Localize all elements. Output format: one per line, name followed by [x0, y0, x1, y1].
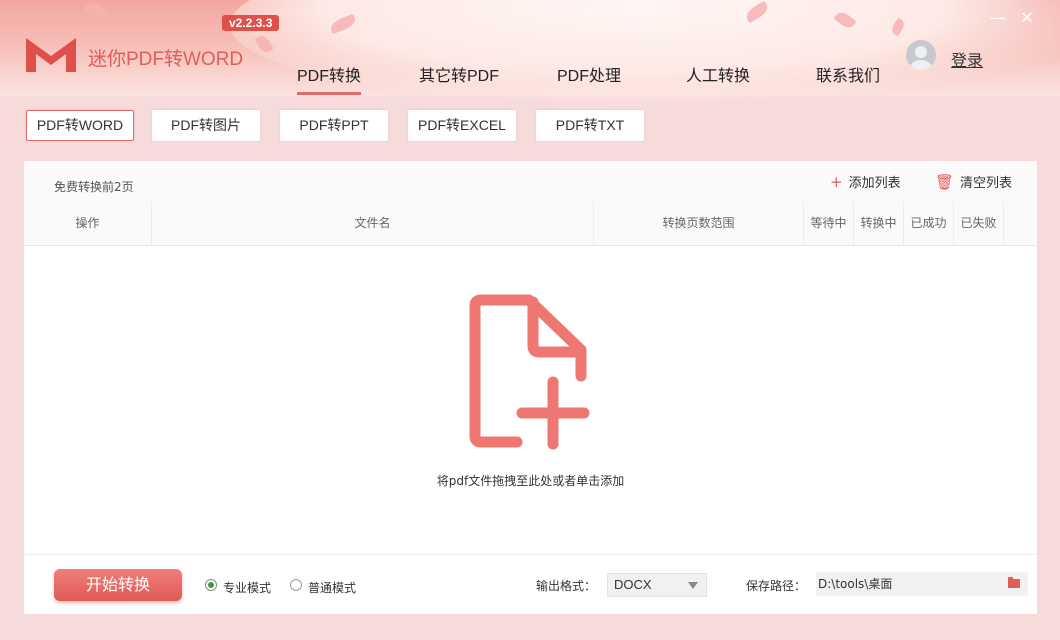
free-note: 免费转换前2页 [54, 180, 134, 194]
column-header: 已失败 [960, 216, 997, 230]
pro-mode-radio[interactable] [205, 579, 217, 591]
add-list-button[interactable]: + 添加列表 [830, 172, 901, 191]
avatar-icon[interactable] [906, 40, 936, 70]
add-list-label: 添加列表 [848, 176, 901, 191]
save-path-field[interactable]: D:\tools\桌面 [816, 572, 1028, 596]
minimize-button[interactable]: — [988, 8, 1008, 28]
folder-icon[interactable] [1008, 577, 1020, 588]
subtab-pdf-to-excel[interactable]: PDF转EXCEL [408, 110, 516, 141]
footer-bar: 开始转换 专业模式 普通模式 输出格式： DOCX 保存路径： D:\tools… [24, 554, 1037, 614]
app-window: 迷你PDF转WORD v2.2.3.3 — ✕ PDF转换 其它转PDF PDF… [0, 0, 1060, 640]
header: 迷你PDF转WORD v2.2.3.3 — ✕ PDF转换 其它转PDF PDF… [0, 0, 1060, 110]
save-path-value: D:\tools\桌面 [818, 577, 893, 591]
pro-mode-label[interactable]: 专业模式 [223, 579, 271, 596]
normal-mode-label[interactable]: 普通模式 [308, 579, 356, 596]
clear-list-button[interactable]: 🗑 清空列表 [935, 172, 1012, 191]
tab-other-to-pdf[interactable]: 其它转PDF [419, 62, 499, 86]
app-title: 迷你PDF转WORD [88, 49, 244, 70]
tab-contact[interactable]: 联系我们 [816, 62, 880, 86]
logo-icon [26, 38, 76, 72]
subtab-pdf-to-txt[interactable]: PDF转TXT [536, 110, 644, 141]
column-header: 操作 [75, 216, 100, 230]
column-header: 转换页数范围 [662, 216, 735, 230]
list-toolbar: 免费转换前2页 + 添加列表 🗑 清空列表 [24, 161, 1037, 201]
file-list-panel: 免费转换前2页 + 添加列表 🗑 清空列表 操作 文件名 转换页数范围 等待中 转换… [24, 161, 1037, 614]
output-format-label: 输出格式： [536, 579, 597, 593]
close-button[interactable]: ✕ [1017, 8, 1037, 28]
column-header: 文件名 [354, 216, 391, 230]
start-convert-button[interactable]: 开始转换 [54, 569, 182, 601]
tab-pdf-convert[interactable]: PDF转换 [297, 62, 362, 95]
save-path-label: 保存路径： [746, 579, 807, 593]
table-header: 操作 文件名 转换页数范围 等待中 转换中 已成功 已失败 [24, 201, 1037, 246]
drop-zone[interactable]: 将pdf文件拖拽至此处或者单击添加 [24, 246, 1037, 553]
subtab-pdf-to-ppt[interactable]: PDF转PPT [280, 110, 388, 141]
version-badge: v2.2.3.3 [222, 15, 280, 31]
drop-hint: 将pdf文件拖拽至此处或者单击添加 [436, 474, 625, 488]
clear-list-label: 清空列表 [960, 176, 1013, 191]
column-divider [1003, 201, 1004, 245]
tab-manual-convert[interactable]: 人工转换 [686, 62, 750, 86]
petal-decoration [82, 0, 110, 24]
chevron-down-icon [688, 582, 698, 589]
plus-icon: + [830, 173, 843, 191]
output-format-value: DOCX [614, 577, 652, 592]
login-link[interactable]: 登录 [951, 47, 983, 71]
subtab-pdf-to-word[interactable]: PDF转WORD [26, 110, 134, 141]
output-format-select[interactable]: DOCX [607, 573, 707, 597]
add-file-icon [469, 294, 590, 450]
tab-pdf-process[interactable]: PDF处理 [557, 62, 621, 86]
trash-icon: 🗑 [935, 173, 955, 191]
column-header: 转换中 [860, 216, 897, 230]
column-header: 已成功 [910, 216, 947, 230]
column-header: 等待中 [810, 216, 847, 230]
normal-mode-radio[interactable] [290, 579, 302, 591]
subtab-pdf-to-image[interactable]: PDF转图片 [152, 110, 260, 141]
